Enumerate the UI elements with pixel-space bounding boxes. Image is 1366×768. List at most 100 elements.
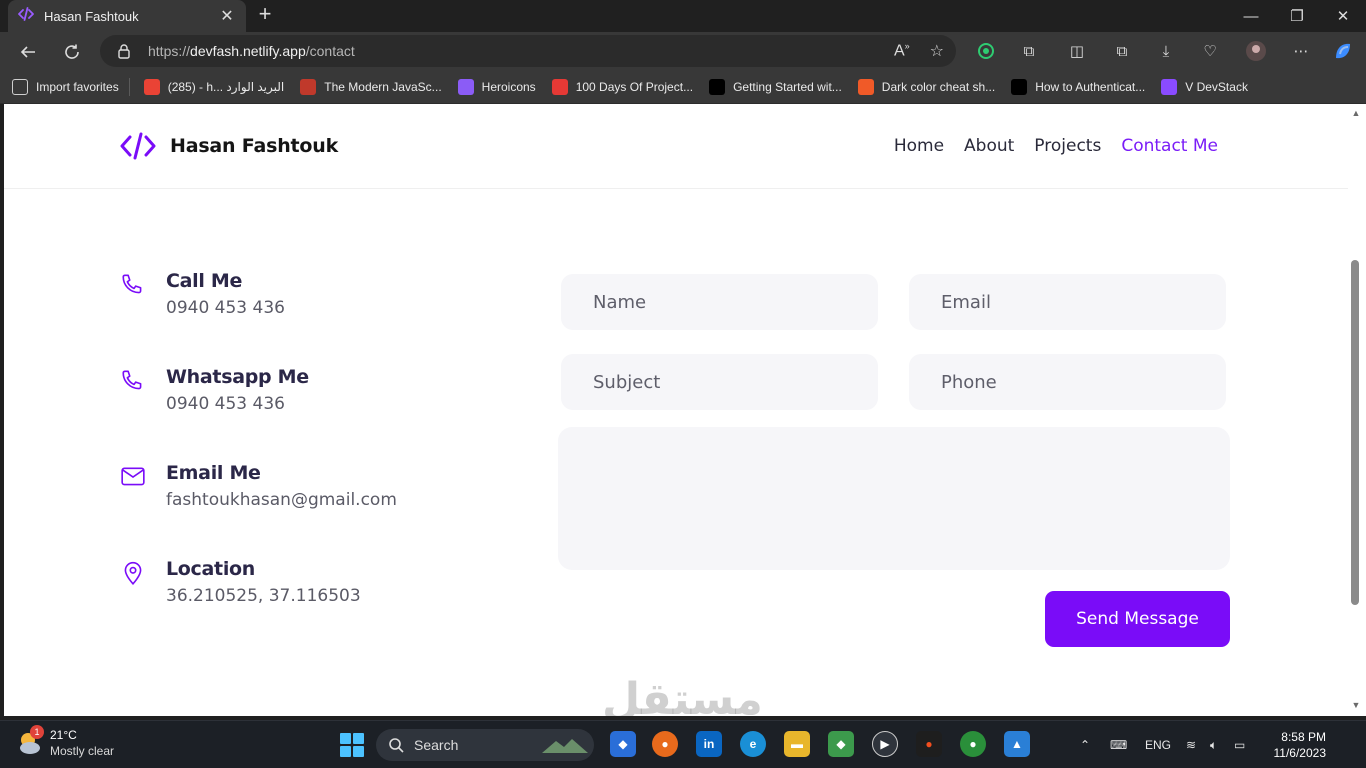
linkedin-app-icon[interactable]: in: [696, 731, 722, 757]
extension-circle-icon[interactable]: [975, 40, 997, 62]
import-icon: [12, 78, 28, 95]
favorite-label: Dark color cheat sh...: [881, 79, 996, 94]
favorite-label: The Modern JavaSc...: [324, 79, 442, 94]
extensions-icon[interactable]: ⧉: [1018, 40, 1040, 62]
js-icon: [300, 78, 317, 95]
nav-about[interactable]: About: [964, 136, 1014, 156]
minimize-button[interactable]: —: [1228, 0, 1274, 32]
downloads-icon[interactable]: ⤓: [1155, 40, 1177, 62]
file-explorer-app-icon[interactable]: ▬: [784, 731, 810, 757]
close-window-button[interactable]: ✕: [1320, 0, 1366, 32]
code-icon: [18, 6, 34, 27]
chrome-app-icon[interactable]: ●: [960, 731, 986, 757]
brand-name: Hasan Fashtouk: [170, 135, 339, 157]
url-field[interactable]: https://devfash.netlify.app/contact A» ☆: [100, 35, 956, 67]
close-tab-button[interactable]: ✕: [218, 6, 236, 26]
phone-icon: [122, 370, 142, 390]
gmail-icon: [143, 78, 160, 95]
language-indicator[interactable]: ENG: [1145, 721, 1171, 768]
contact-value: 0940 453 436: [166, 394, 285, 414]
address-toolbar: https://devfash.netlify.app/contact A» ☆…: [0, 32, 1366, 70]
favorite-star-icon[interactable]: ☆: [930, 41, 944, 61]
site-logo[interactable]: Hasan Fashtouk: [120, 132, 338, 160]
favorite-item[interactable]: The Modern JavaSc...: [300, 78, 442, 95]
watermark-logo: مستقل: [602, 674, 763, 716]
contact-title: Call Me: [166, 270, 243, 292]
c-icon: [551, 78, 568, 95]
weather-widget[interactable]: 1 21°C Mostly clear: [16, 725, 114, 759]
figma-app-icon[interactable]: ●: [916, 731, 942, 757]
scroll-up-arrow-icon[interactable]: ▲: [1350, 108, 1362, 120]
favorite-label: How to Authenticat...: [1035, 79, 1146, 94]
code-brackets-icon: [120, 132, 156, 160]
send-message-button[interactable]: Send Message: [1045, 591, 1230, 647]
scrollbar-thumb[interactable]: [1351, 260, 1359, 605]
contact-call: Call Me 0940 453 436: [120, 270, 285, 318]
vscode-app-icon[interactable]: ◆: [610, 731, 636, 757]
split-screen-icon[interactable]: ◫: [1066, 40, 1088, 62]
phone-icon: [122, 274, 142, 294]
contact-title: Email Me: [166, 462, 261, 484]
wifi-icon[interactable]: ≋: [1186, 721, 1196, 768]
subject-input[interactable]: Subject: [561, 354, 878, 410]
search-label: Search: [414, 737, 459, 753]
url-text: https://devfash.netlify.app/contact: [148, 43, 355, 59]
email-input[interactable]: Email: [909, 274, 1226, 330]
contact-title: Whatsapp Me: [166, 366, 309, 388]
favorite-item[interactable]: Getting Started wit...: [709, 78, 842, 95]
nav-projects[interactable]: Projects: [1034, 136, 1101, 156]
sw-icon: [857, 78, 874, 95]
favorite-item[interactable]: (285) - h... البريد الوارد: [143, 78, 285, 95]
profile-avatar[interactable]: [1245, 40, 1267, 62]
read-aloud-icon[interactable]: A»: [894, 41, 910, 61]
browser-tab[interactable]: Hasan Fashtouk ✕: [8, 0, 246, 32]
search-icon: [389, 738, 404, 753]
nav-contact[interactable]: Contact Me: [1121, 136, 1218, 156]
favorite-label: Heroicons: [481, 79, 536, 94]
scroll-down-arrow-icon[interactable]: ▼: [1350, 700, 1362, 712]
volume-icon[interactable]: 🔈︎: [1210, 721, 1217, 768]
contact-value[interactable]: fashtoukhasan@gmail.com: [166, 490, 397, 510]
keyboard-icon[interactable]: ⌨: [1110, 721, 1127, 768]
tab-title: Hasan Fashtouk: [44, 8, 139, 24]
git-app-icon[interactable]: ◆: [828, 731, 854, 757]
battery-icon[interactable]: ▭: [1234, 721, 1245, 768]
photos-app-icon[interactable]: ▲: [1004, 731, 1030, 757]
nav-home[interactable]: Home: [894, 136, 944, 156]
lock-icon: [118, 44, 130, 59]
contact-email: Email Me fashtoukhasan@gmail.com: [120, 462, 397, 510]
new-tab-button[interactable]: +: [254, 3, 276, 26]
tab-strip: Hasan Fashtouk ✕ + — ❐ ✕: [0, 0, 1366, 32]
medium-icon: [1011, 78, 1028, 95]
browser-essentials-icon[interactable]: ♡: [1199, 40, 1221, 62]
contact-location: Location 36.210525, 37.116503: [120, 558, 361, 606]
clock[interactable]: 8:58 PM 11/6/2023: [1274, 729, 1327, 761]
media-player-app-icon[interactable]: ▶: [872, 731, 898, 757]
refresh-button[interactable]: [58, 38, 86, 66]
clock-date: 11/6/2023: [1273, 746, 1327, 760]
more-menu-icon[interactable]: ⋯: [1290, 40, 1312, 62]
favorite-item[interactable]: V DevStack: [1161, 78, 1248, 95]
favorite-item[interactable]: Heroicons: [457, 78, 536, 95]
favorite-item[interactable]: Import favorites: [12, 78, 119, 95]
firefox-app-icon[interactable]: ●: [652, 731, 678, 757]
start-button[interactable]: [340, 733, 364, 757]
contact-title: Location: [166, 558, 256, 580]
name-input[interactable]: Name: [561, 274, 878, 330]
restore-button[interactable]: ❐: [1274, 0, 1320, 32]
show-hidden-icons[interactable]: ⌃: [1080, 721, 1090, 768]
code-icon: [1161, 78, 1178, 95]
phone-input[interactable]: Phone: [909, 354, 1226, 410]
message-textarea[interactable]: [558, 427, 1230, 570]
favorite-label: (285) - h... البريد الوارد: [167, 79, 285, 94]
favorite-item[interactable]: How to Authenticat...: [1011, 78, 1146, 95]
favorite-item[interactable]: Dark color cheat sh...: [857, 78, 996, 95]
back-button[interactable]: [14, 38, 42, 66]
back-arrow-icon: [20, 46, 35, 58]
taskbar-search[interactable]: Search: [376, 729, 594, 761]
location-icon: [124, 561, 142, 586]
favorite-item[interactable]: 100 Days Of Project...: [551, 78, 693, 95]
edge-app-icon[interactable]: e: [740, 731, 766, 757]
copilot-icon[interactable]: [1332, 40, 1354, 62]
collections-icon[interactable]: ⧉: [1111, 40, 1133, 62]
